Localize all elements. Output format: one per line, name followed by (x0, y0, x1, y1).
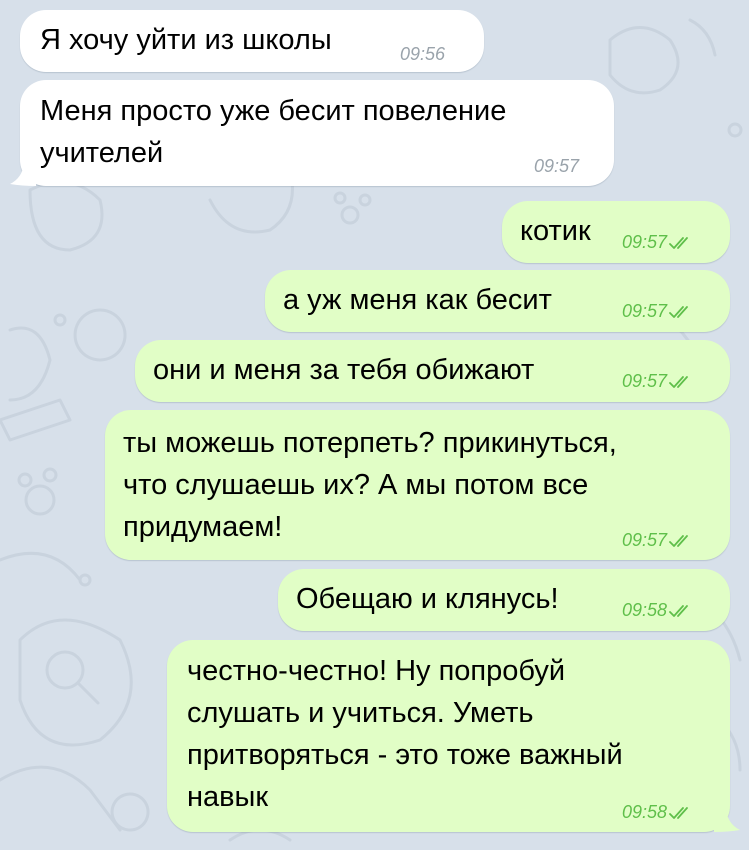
message-status: 09:58 (622, 802, 693, 823)
message-status: 09:57 (622, 371, 693, 392)
message-bubble-incoming[interactable]: Я хочу уйти из школы 09:56 (20, 10, 484, 72)
message-bubble-incoming[interactable]: Меня просто уже бесит повеление учителей… (20, 80, 614, 186)
double-check-icon (669, 534, 688, 547)
double-check-icon (669, 236, 688, 249)
message-text: а уж меня как бесит (283, 284, 552, 316)
message-bubble-outgoing[interactable]: Обещаю и клянусь! 09:58 (278, 569, 730, 631)
message-time: 09:57 (622, 371, 668, 391)
message-status: 09:57 (622, 530, 693, 551)
message-time: 09:56 (400, 44, 446, 64)
chat-area[interactable]: Я хочу уйти из школы 09:56 Меня просто у… (0, 0, 749, 850)
double-check-icon (669, 305, 688, 318)
message-bubble-outgoing[interactable]: честно-честно! Ну попробуй слушать и учи… (167, 640, 730, 832)
message-status: 09:57 (622, 232, 693, 253)
message-text: Меня просто уже бесит повеление учителей (40, 95, 507, 169)
message-time: 09:57 (622, 301, 668, 321)
double-check-icon (669, 375, 688, 388)
bubble-tail-incoming (10, 164, 36, 186)
message-time: 09:58 (622, 802, 668, 822)
message-text: котик (520, 215, 591, 247)
message-time: 09:57 (622, 530, 668, 550)
message-text: Обещаю и клянусь! (296, 583, 559, 615)
message-time: 09:57 (534, 156, 580, 176)
message-bubble-outgoing[interactable]: котик 09:57 (502, 201, 730, 263)
message-text: они и меня за тебя обижают (153, 354, 535, 386)
message-bubble-outgoing[interactable]: ты можешь потерпеть? прикинуться, что сл… (105, 410, 730, 560)
double-check-icon (669, 806, 688, 819)
message-bubble-outgoing[interactable]: а уж меня как бесит 09:57 (265, 270, 730, 332)
message-text: Я хочу уйти из школы (40, 24, 332, 56)
bubble-tail-outgoing (714, 810, 740, 832)
message-status: 09:58 (622, 600, 693, 621)
message-text: честно-честно! Ну попробуй слушать и учи… (187, 655, 623, 813)
message-text: ты можешь потерпеть? прикинуться, что сл… (123, 427, 617, 543)
message-time: 09:57 (622, 232, 668, 252)
message-time: 09:58 (622, 600, 668, 620)
double-check-icon (669, 604, 688, 617)
message-bubble-outgoing[interactable]: они и меня за тебя обижают 09:57 (135, 340, 730, 402)
message-status: 09:57 (622, 301, 693, 322)
